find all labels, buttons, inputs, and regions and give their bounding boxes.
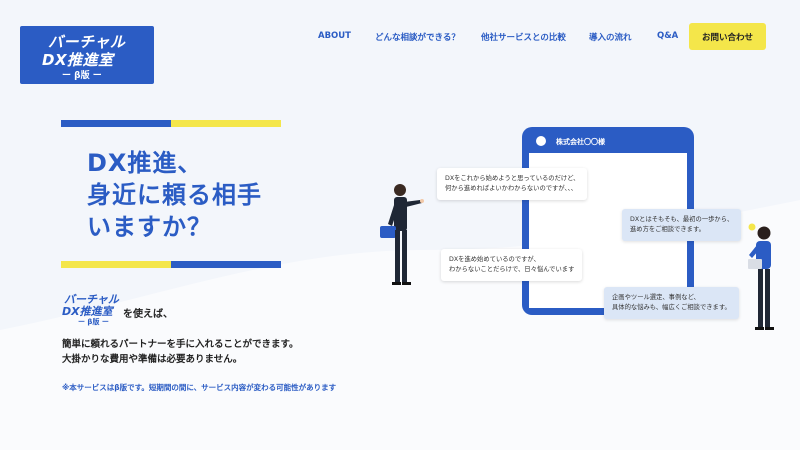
phone-avatar-icon [536,136,546,146]
uses-text: を使えば、 [123,309,173,320]
nav-item-qa[interactable]: Q&A [657,31,678,41]
bubble4-line2: 具体的な悩みも、幅広くご相談できます。 [612,304,731,311]
chat-bubble-question2: DXを進め始めているのですが、 わからないことだらけで、日々悩んでいます [441,249,583,281]
chat-bubble-answer2: 企画やツール選定、事例など、 具体的な悩みも、幅広くご相談できます。 [604,287,739,319]
desc-line1: 簡単に頼れるパートナーを手に入れることができます。 [62,339,299,350]
businessman-figure [380,184,424,285]
hero-description: 簡単に頼れるパートナーを手に入れることができます。 大掛かりな費用や準備は必要あ… [62,337,299,367]
mini-logo: バーチャル DX推進室 ー β版 ー [62,291,122,331]
logo[interactable]: バーチャル DX推進室 ー β版 ー [20,26,154,84]
bubble2-line1: DXとはそもそも、最初の一歩から、 [630,216,734,223]
beta-note: ※本サービスはβ版です。短期間の間に、サービス内容が変わる可能性があります [62,383,337,392]
nav-item-flow[interactable]: 導入の流れ [589,31,632,43]
logo-line3: ー β版 ー [62,71,102,81]
top-accent-bar [61,120,281,127]
mini-logo-line3: ー β版 ー [78,318,109,326]
bubble1-line2: 何から進めればよいかわからないのですが、、、 [445,185,578,192]
nav-item-comparison[interactable]: 他社サービスとの比較 [481,31,566,43]
chat-bubble-question1: DXをこれから始めようと思っているのだけど、 何から進めればよいかわからないので… [437,168,588,200]
bubble2-line2: 進め方をご相談できます。 [630,226,705,233]
hero-title: DX推進、 身近に頼る相手 いますか？ [87,147,262,243]
bubble3-line2: わからないことだらけで、日々悩んでいます [449,266,575,273]
bottom-accent-bar [61,261,281,268]
desc-line2: 大掛かりな費用や準備は必要ありません。 [62,354,243,365]
woman-figure [748,223,774,330]
bubble4-line1: 企画やツール選定、事例など、 [612,294,700,301]
nav-item-about[interactable]: ABOUT [318,31,351,41]
phone-title: 株式会社〇〇様 [556,138,605,146]
bubble1-line1: DXをこれから始めようと思っているのだけど、 [445,175,580,182]
hero-title-line1: DX推進、 [87,149,203,177]
bubble3-line1: DXを進め始めているのですが、 [449,256,540,263]
lightbulb-icon [748,223,756,231]
contact-button[interactable]: お問い合わせ [689,23,766,50]
hero-title-line2: 身近に頼る相手 [87,181,262,209]
nav-item-consultation[interactable]: どんな相談ができる？ [375,31,460,43]
hero-title-line3: いますか？ [87,213,212,241]
chat-bubble-answer1: DXとはそもそも、最初の一歩から、 進め方をご相談できます。 [622,209,742,241]
logo-line2: DX推進室 [42,51,114,69]
